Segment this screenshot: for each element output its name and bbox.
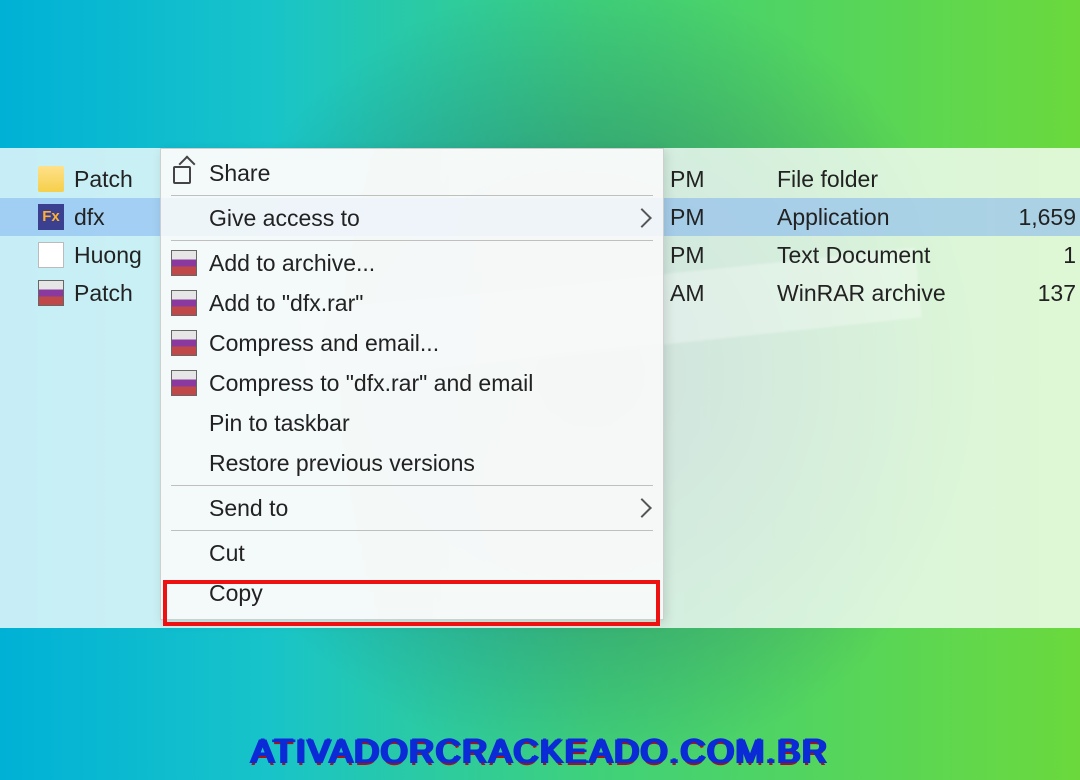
menu-item-add-to-dfx-rar[interactable]: Add to "dfx.rar" xyxy=(161,283,663,323)
menu-label: Add to "dfx.rar" xyxy=(209,290,363,317)
menu-separator xyxy=(171,240,653,241)
text-file-icon xyxy=(38,242,64,268)
share-icon xyxy=(171,160,197,186)
file-type: WinRAR archive xyxy=(777,280,997,307)
chevron-right-icon xyxy=(632,208,652,228)
menu-label: Compress and email... xyxy=(209,330,439,357)
menu-item-share[interactable]: Share xyxy=(161,153,663,193)
file-size: 1,659 xyxy=(1016,204,1080,231)
menu-label: Restore previous versions xyxy=(209,450,475,477)
menu-label: Cut xyxy=(209,540,245,567)
file-time: PM xyxy=(670,204,750,231)
menu-item-restore-previous-versions[interactable]: Restore previous versions xyxy=(161,443,663,483)
menu-separator xyxy=(171,530,653,531)
menu-item-compress-to-dfx-rar-and-email[interactable]: Compress to "dfx.rar" and email xyxy=(161,363,663,403)
menu-label: Pin to taskbar xyxy=(209,410,350,437)
menu-label: Compress to "dfx.rar" and email xyxy=(209,370,533,397)
menu-item-give-access-to[interactable]: Give access to xyxy=(161,198,663,238)
file-size: 1 xyxy=(1016,242,1080,269)
file-time: PM xyxy=(670,166,750,193)
rar-icon xyxy=(171,290,197,316)
rar-icon xyxy=(38,280,64,306)
rar-icon xyxy=(171,250,197,276)
file-type: Text Document xyxy=(777,242,997,269)
menu-item-compress-and-email[interactable]: Compress and email... xyxy=(161,323,663,363)
file-time: AM xyxy=(670,280,750,307)
menu-item-add-to-archive[interactable]: Add to archive... xyxy=(161,243,663,283)
menu-separator xyxy=(171,195,653,196)
file-type: File folder xyxy=(777,166,997,193)
context-menu: Share Give access to Add to archive... A… xyxy=(160,148,664,620)
rar-icon xyxy=(171,330,197,356)
fx-icon: Fx xyxy=(38,204,64,230)
menu-separator xyxy=(171,485,653,486)
folder-icon xyxy=(38,166,64,192)
file-type: Application xyxy=(777,204,997,231)
menu-label: Add to archive... xyxy=(209,250,375,277)
explorer-panel: Patch PM File folder Fx dfx PM Applicati… xyxy=(0,148,1080,628)
chevron-right-icon xyxy=(632,498,652,518)
rar-icon xyxy=(171,370,197,396)
menu-label: Give access to xyxy=(209,205,360,232)
file-size: 137 xyxy=(1016,280,1080,307)
menu-label: Send to xyxy=(209,495,288,522)
watermark-text: ATIVADORCRACKEADO.COM.BR xyxy=(0,733,1080,772)
menu-label: Share xyxy=(209,160,270,187)
highlight-box-copy xyxy=(163,580,660,626)
menu-item-cut[interactable]: Cut xyxy=(161,533,663,573)
menu-item-send-to[interactable]: Send to xyxy=(161,488,663,528)
file-time: PM xyxy=(670,242,750,269)
menu-item-pin-to-taskbar[interactable]: Pin to taskbar xyxy=(161,403,663,443)
